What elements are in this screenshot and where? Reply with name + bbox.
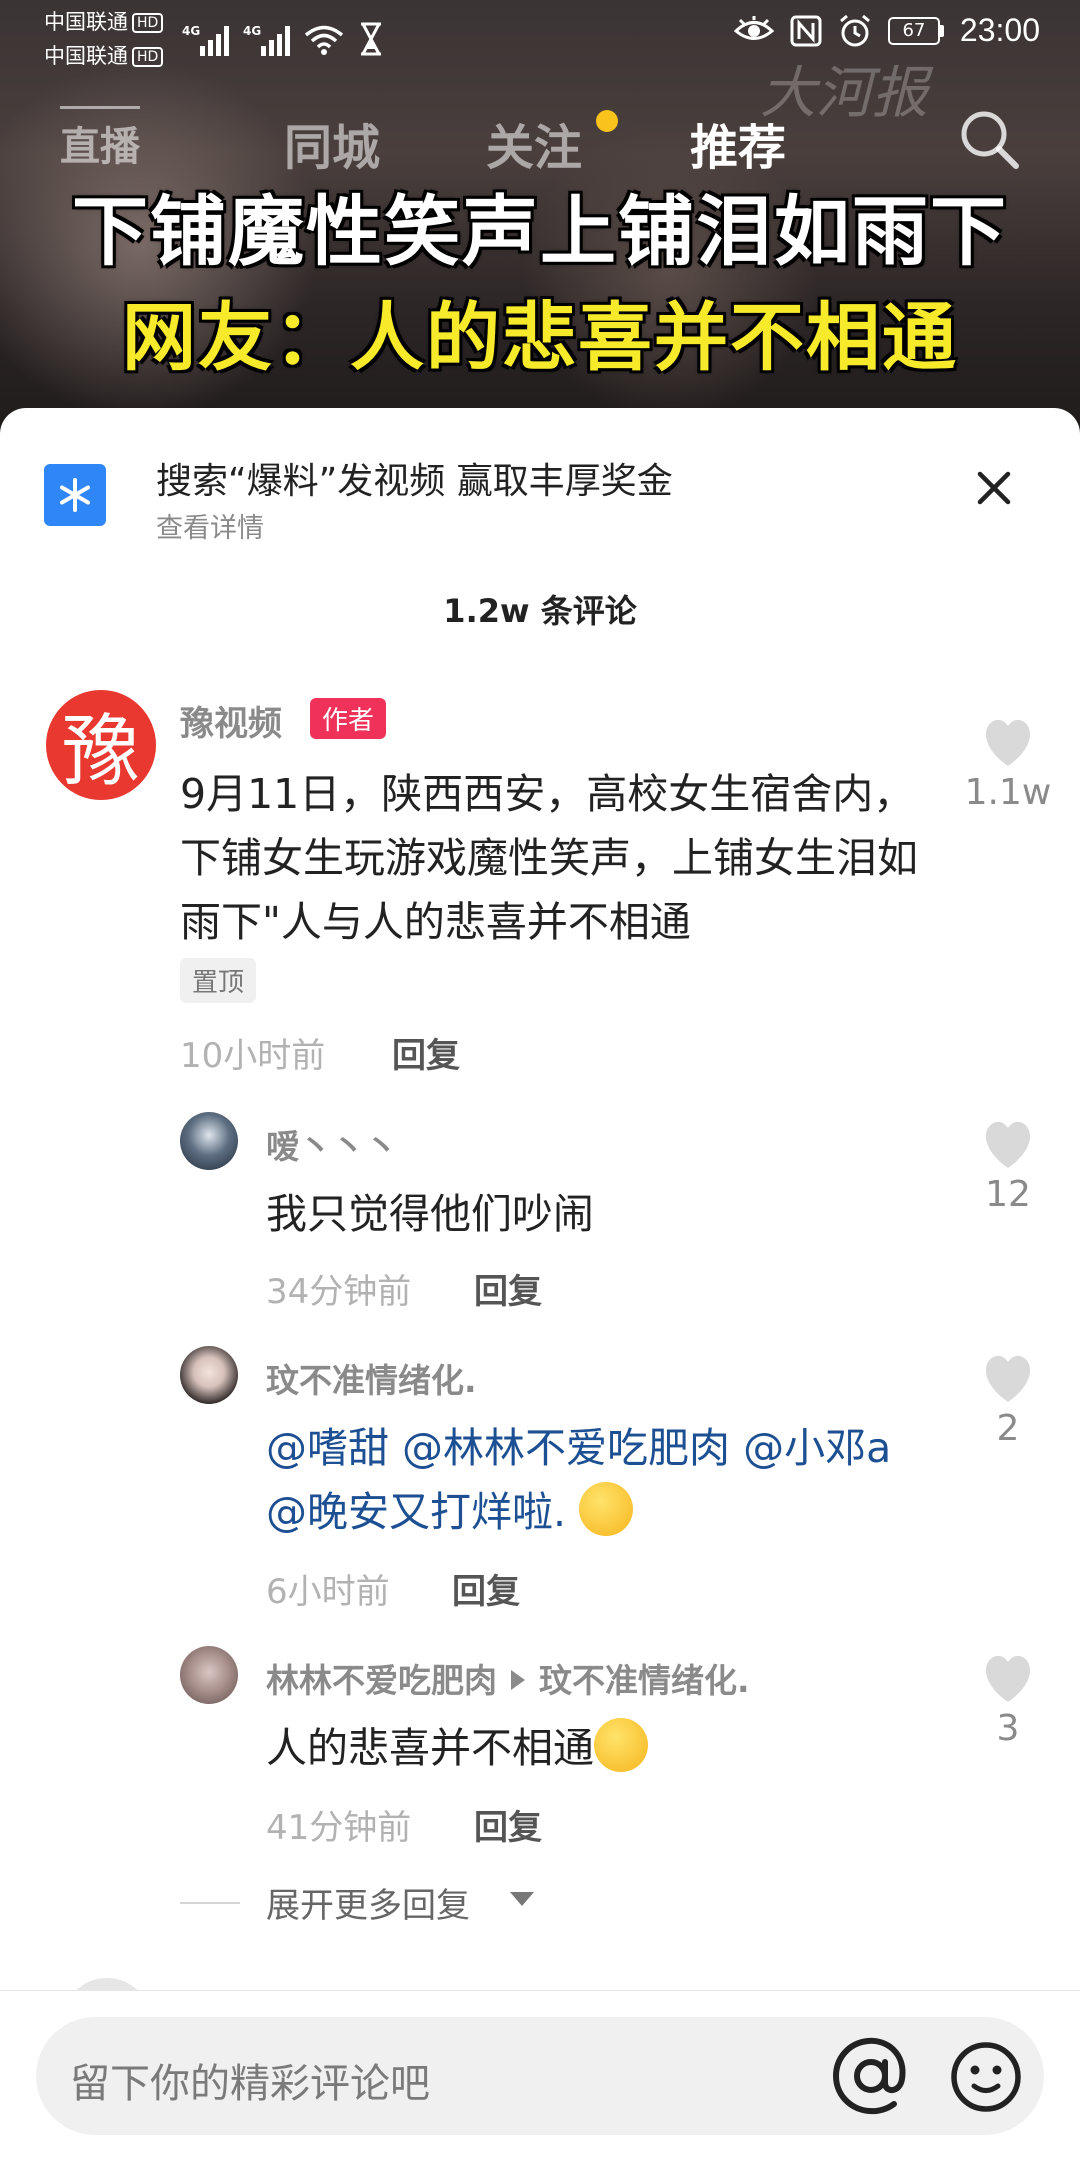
expand-more-replies-button[interactable]: 展开更多回复 <box>266 1878 470 1927</box>
reply-time: 41分钟前 <box>266 1808 412 1848</box>
mention-text[interactable]: @嗜甜 @林林不爱吃肥肉 @小邓a <box>266 1416 891 1480</box>
battery-icon: 67 <box>887 16 944 45</box>
reply-author-line: 林林不爱吃肥肉 玟不准情绪化. <box>266 1654 750 1702</box>
battery-level: 67 <box>887 16 940 45</box>
heart-icon <box>985 719 1031 766</box>
comment-time: 10小时前 <box>180 1036 326 1076</box>
comment-sheet: 搜索“爆料”发视频 赢取丰厚奖金 查看详情 1.2w 条评论 豫 豫视频 作者 … <box>0 408 1080 2160</box>
reply-time: 34分钟前 <box>266 1272 412 1312</box>
like-button[interactable]: 1.1w <box>958 718 1058 813</box>
video-caption-line-1: 下铺魔性笑声上铺泪如雨下 <box>72 187 1008 276</box>
carrier-2-label: 中国联通 <box>44 44 128 68</box>
heart-icon <box>985 1355 1031 1402</box>
reply-to-author[interactable]: 玟不准情绪化. <box>539 1661 750 1700</box>
reply-text: 我只觉得他们吵闹 <box>266 1190 594 1238</box>
pleading-emoji-icon <box>594 1718 648 1772</box>
status-bar: 中国联通 HD 中国联通 HD 4G 4G 67 23:00 <box>0 0 1080 70</box>
wifi-icon <box>304 25 344 55</box>
tab-follow[interactable]: 关注 <box>486 108 582 178</box>
like-button[interactable]: 2 <box>958 1354 1058 1449</box>
follow-notification-dot <box>596 110 618 132</box>
signal-1-icon: 4G <box>182 24 229 56</box>
avatar[interactable] <box>180 1112 238 1170</box>
avatar[interactable]: 豫 <box>46 690 156 800</box>
comment-count: 1.2w 条评论 <box>443 592 637 630</box>
carrier-1: 中国联通 HD <box>44 6 164 36</box>
divider <box>180 1902 240 1904</box>
signal-2-icon: 4G <box>243 24 290 56</box>
avatar[interactable] <box>180 1646 238 1704</box>
comment-input-bar: 留下你的精彩评论吧 <box>0 1990 1080 2160</box>
heart-icon <box>985 1121 1031 1168</box>
chevron-down-icon[interactable] <box>510 1892 534 1906</box>
promo-details-link[interactable]: 查看详情 <box>156 506 264 545</box>
tab-live[interactable]: 直播 <box>60 106 140 172</box>
tab-city[interactable]: 同城 <box>284 108 380 178</box>
reply-author[interactable]: 嗳丶丶丶 <box>266 1120 398 1168</box>
like-button[interactable]: 3 <box>958 1654 1058 1749</box>
carrier-1-label: 中国联通 <box>44 10 128 34</box>
at-mention-icon[interactable] <box>826 2031 916 2121</box>
like-button[interactable]: 12 <box>958 1120 1058 1215</box>
reply-arrow-icon <box>511 1670 525 1690</box>
like-count: 3 <box>996 1708 1020 1749</box>
clock: 23:00 <box>959 12 1040 48</box>
reply-author[interactable]: 林林不爱吃肥肉 <box>266 1661 497 1700</box>
reply-button[interactable]: 回复 <box>452 1564 520 1613</box>
tab-recommend[interactable]: 推荐 <box>690 108 786 178</box>
search-icon[interactable] <box>956 106 1022 172</box>
author-name[interactable]: 豫视频 <box>180 696 282 745</box>
reply-text: 人的悲喜并不相通 <box>266 1724 594 1772</box>
like-count: 1.1w <box>964 772 1052 813</box>
reply-author[interactable]: 玟不准情绪化. <box>266 1354 477 1402</box>
heart-icon <box>985 1655 1031 1702</box>
like-count: 2 <box>996 1408 1020 1449</box>
close-icon[interactable] <box>968 462 1020 514</box>
hourglass-icon <box>361 22 381 56</box>
reply-button[interactable]: 回复 <box>392 1028 460 1077</box>
pinned-tag: 置顶 <box>180 958 257 1003</box>
avatar[interactable] <box>180 1346 238 1404</box>
signal-indicators: 4G 4G <box>182 14 384 56</box>
hd-badge: HD <box>132 13 164 33</box>
like-count: 12 <box>985 1174 1031 1215</box>
network-1-label: 4G <box>182 24 201 38</box>
crying-laughing-emoji-icon <box>579 1482 634 1536</box>
alarm-icon <box>839 14 870 46</box>
nfc-icon <box>790 15 822 46</box>
reply-button[interactable]: 回复 <box>474 1800 542 1849</box>
author-badge: 作者 <box>310 698 387 739</box>
emoji-icon[interactable] <box>948 2039 1024 2115</box>
network-2-label: 4G <box>243 24 262 38</box>
top-nav: 直播 同城 关注 推荐 <box>0 100 1080 180</box>
promo-title: 搜索“爆料”发视频 赢取丰厚奖金 <box>156 461 673 502</box>
reply-text-line: 人的悲喜并不相通 <box>266 1716 648 1780</box>
promo-banner[interactable]: 搜索“爆料”发视频 赢取丰厚奖金 查看详情 <box>0 408 1080 558</box>
asterisk-icon <box>44 464 106 526</box>
mention-line-2: @晚安又打烊啦. <box>266 1480 634 1544</box>
comment-input-placeholder[interactable]: 留下你的精彩评论吧 <box>70 2051 430 2109</box>
carrier-2: 中国联通 HD <box>44 40 164 70</box>
hd-badge: HD <box>132 47 164 67</box>
eye-comfort-icon <box>733 15 774 40</box>
status-right: 67 23:00 <box>733 12 1040 49</box>
reply-button[interactable]: 回复 <box>474 1264 542 1313</box>
video-caption-line-2: 网友：人的悲喜并不相通 <box>122 295 958 381</box>
mention-text[interactable]: @晚安又打烊啦. <box>266 1488 566 1536</box>
reply-time: 6小时前 <box>266 1572 390 1612</box>
avatar-logo-char: 豫 <box>61 707 140 797</box>
comment-text: 9月11日，陕西西安，高校女生宿舍内，下铺女生玩游戏魔性笑声，上铺女生泪如雨下"… <box>180 770 918 946</box>
